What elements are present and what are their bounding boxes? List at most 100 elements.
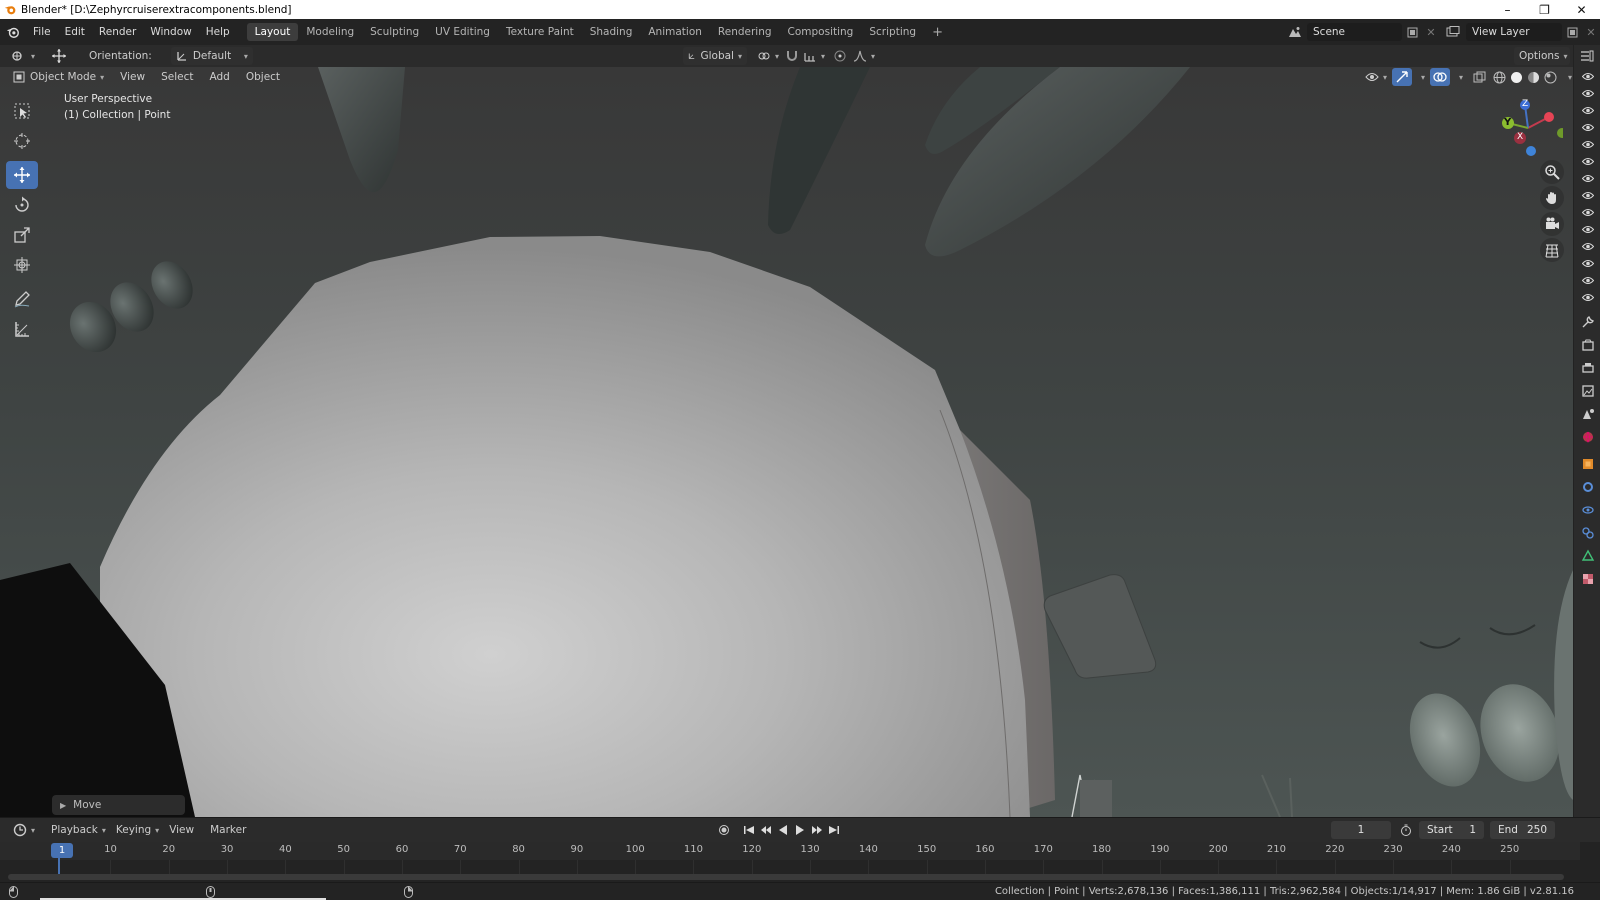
properties-tab-modifiers[interactable] <box>1574 475 1600 498</box>
view-menu[interactable]: View <box>115 68 150 86</box>
timeline-scrollbar[interactable] <box>8 874 1564 880</box>
delete-view-layer-icon[interactable]: ✕ <box>1582 26 1600 39</box>
tab-rendering[interactable]: Rendering <box>710 23 780 41</box>
last-operation-panel[interactable]: ▶ Move <box>52 795 185 815</box>
menu-file[interactable]: File <box>26 26 58 38</box>
visibility-eye-icon[interactable] <box>1574 136 1600 153</box>
object-mode-dropdown[interactable]: Object Mode ▾ <box>8 68 109 86</box>
pan-button[interactable] <box>1540 186 1564 210</box>
jump-end-button[interactable] <box>825 824 842 836</box>
tab-sculpting[interactable]: Sculpting <box>362 23 427 41</box>
rotate-tool[interactable] <box>6 191 38 219</box>
record-button[interactable] <box>715 824 732 836</box>
visibility-eye-icon[interactable] <box>1574 102 1600 119</box>
timeline-view-menu[interactable]: View <box>164 821 199 839</box>
tab-texture-paint[interactable]: Texture Paint <box>498 23 582 41</box>
visibility-eye-icon[interactable] <box>1574 289 1600 306</box>
falloff-dropdown[interactable]: ▾ <box>848 47 880 65</box>
properties-tab-physics[interactable] <box>1574 498 1600 521</box>
scene-icon[interactable] <box>1283 26 1307 38</box>
object-menu[interactable]: Object <box>241 68 285 86</box>
properties-tab-texture[interactable] <box>1574 567 1600 590</box>
minimize-button[interactable]: – <box>1489 0 1526 19</box>
shading-rendered-button[interactable] <box>1542 68 1559 86</box>
marker-menu[interactable]: Marker <box>205 821 251 839</box>
gizmo-toggle[interactable] <box>1392 68 1413 86</box>
timeline-area[interactable]: 10 20 30 40 50 60 70 80 90 100 110 120 130 140 150 160 1… <box>0 842 1600 882</box>
new-view-layer-icon[interactable] <box>1562 27 1582 38</box>
blender-menu-icon[interactable] <box>0 25 26 39</box>
visibility-eye-icon[interactable] <box>1574 170 1600 187</box>
view-layer-icon[interactable] <box>1440 26 1466 38</box>
tab-layout[interactable]: Layout <box>246 23 299 41</box>
cursor-tool[interactable] <box>6 127 38 155</box>
visibility-eye-icon[interactable] <box>1574 255 1600 272</box>
add-menu[interactable]: Add <box>205 68 235 86</box>
tab-modeling[interactable]: Modeling <box>298 23 362 41</box>
tab-uv-editing[interactable]: UV Editing <box>427 23 498 41</box>
next-keyframe-button[interactable] <box>808 824 825 836</box>
keying-menu[interactable]: Keying ▾ <box>111 821 164 839</box>
annotate-tool[interactable] <box>6 285 38 313</box>
restore-button[interactable]: ❐ <box>1526 0 1563 19</box>
menu-edit[interactable]: Edit <box>58 26 92 38</box>
editor-type-button[interactable]: ▾ <box>6 47 40 65</box>
measure-tool[interactable] <box>6 315 38 343</box>
visibility-eye-icon[interactable] <box>1574 238 1600 255</box>
outliner-filter-icon[interactable] <box>1574 45 1600 67</box>
delete-scene-icon[interactable]: ✕ <box>1422 26 1440 39</box>
move-tool-indicator[interactable] <box>46 47 72 65</box>
current-frame-field[interactable]: 1 <box>1331 821 1391 839</box>
overlays-dropdown[interactable]: ▾ <box>1450 68 1468 86</box>
visibility-eye-icon[interactable] <box>1574 187 1600 204</box>
visibility-eye-icon[interactable] <box>1574 68 1600 85</box>
navigation-gizmo[interactable]: Z Y X <box>1493 93 1567 163</box>
shading-dropdown[interactable]: ▾ <box>1559 68 1577 86</box>
properties-tab-view-layer[interactable] <box>1574 379 1600 402</box>
frame-ruler[interactable]: 10 20 30 40 50 60 70 80 90 100 110 120 130 140 150 160 1… <box>0 842 1580 860</box>
zoom-button[interactable] <box>1540 160 1564 184</box>
snap-target-dropdown[interactable]: ▾ <box>798 47 830 65</box>
shading-material-button[interactable] <box>1525 68 1542 86</box>
scale-tool[interactable] <box>6 221 38 249</box>
scene-name-field[interactable]: Scene <box>1307 23 1402 41</box>
end-frame-field[interactable]: End 250 <box>1490 821 1555 839</box>
visibility-eye-icon[interactable] <box>1574 119 1600 136</box>
properties-tab-object[interactable] <box>1574 452 1600 475</box>
playhead-frame-indicator[interactable]: 1 <box>51 843 73 858</box>
move-tool[interactable] <box>6 161 38 189</box>
options-dropdown[interactable]: Options ▾ <box>1514 47 1570 65</box>
visibility-eye-icon[interactable] <box>1574 85 1600 102</box>
transform-tool[interactable] <box>6 251 38 279</box>
close-button[interactable]: ✕ <box>1563 0 1600 19</box>
properties-tab-output[interactable] <box>1574 356 1600 379</box>
play-button[interactable] <box>791 824 808 836</box>
transform-orientation-dropdown[interactable]: Global ▾ <box>683 47 747 65</box>
play-reverse-button[interactable] <box>774 824 791 836</box>
menu-window[interactable]: Window <box>143 26 198 38</box>
playback-menu[interactable]: Playback ▾ <box>46 821 111 839</box>
gizmo-dropdown[interactable]: ▾ <box>1412 68 1430 86</box>
orientation-dropdown[interactable]: Default ▾ <box>170 47 253 65</box>
properties-tab-scene[interactable] <box>1574 402 1600 425</box>
visibility-dropdown[interactable]: ▾ <box>1360 68 1392 86</box>
add-workspace-button[interactable]: + <box>924 22 951 43</box>
menu-help[interactable]: Help <box>199 26 237 38</box>
shading-solid-button[interactable] <box>1508 68 1525 86</box>
xray-toggle[interactable] <box>1468 68 1491 86</box>
select-box-tool[interactable] <box>6 97 38 125</box>
properties-tab-tool[interactable] <box>1574 310 1600 333</box>
tab-compositing[interactable]: Compositing <box>780 23 862 41</box>
3d-viewport[interactable] <box>0 67 1573 817</box>
ortho-toggle-button[interactable] <box>1540 238 1564 262</box>
properties-tab-constraints[interactable] <box>1574 521 1600 544</box>
visibility-eye-icon[interactable] <box>1574 221 1600 238</box>
camera-view-button[interactable] <box>1540 212 1564 236</box>
visibility-eye-icon[interactable] <box>1574 153 1600 170</box>
select-menu[interactable]: Select <box>156 68 198 86</box>
tab-scripting[interactable]: Scripting <box>861 23 924 41</box>
properties-tab-render[interactable] <box>1574 333 1600 356</box>
overlays-toggle[interactable] <box>1430 68 1451 86</box>
new-scene-icon[interactable] <box>1402 27 1422 38</box>
prev-keyframe-button[interactable] <box>757 824 774 836</box>
